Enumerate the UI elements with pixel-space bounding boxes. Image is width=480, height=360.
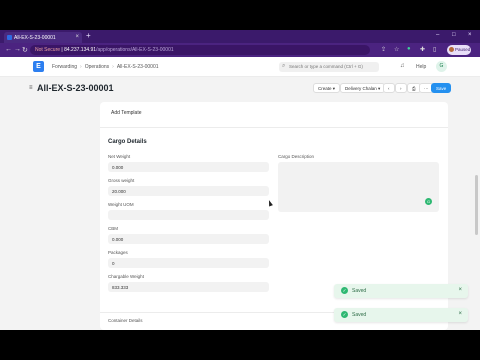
minimize-icon[interactable]: – <box>436 32 439 38</box>
next-doc-button[interactable]: › <box>395 83 407 93</box>
breadcrumb-separator-icon: › <box>112 64 114 70</box>
cargo-description-textarea[interactable] <box>278 162 439 212</box>
search-icon: ⌕ <box>282 63 286 69</box>
new-tab-icon[interactable]: + <box>86 31 91 40</box>
page-head: ≡ All-EX-S-23-00001 Create ▾ Delivery Ch… <box>0 78 480 102</box>
profile-avatar <box>449 47 454 52</box>
chargable-weight-label: Chargable Weight <box>108 274 144 279</box>
favicon-icon <box>7 35 12 40</box>
app-logo[interactable]: E <box>33 61 44 72</box>
breadcrumb-item[interactable]: Operations <box>85 64 109 70</box>
grammarly-icon[interactable]: G <box>425 198 432 205</box>
toast-saved: ✓ Saved × <box>334 308 468 322</box>
section-title: Cargo Details <box>108 139 147 145</box>
forward-icon[interactable]: → <box>14 46 21 53</box>
net-weight-input[interactable]: 0.000 <box>108 162 269 172</box>
browser-tab-bar: All-EX-S-23-00001 × + – □ × <box>0 30 480 43</box>
container-details-title: Container Details <box>108 318 143 323</box>
close-icon[interactable]: × <box>458 287 462 293</box>
add-template-link[interactable]: Add Template <box>111 110 141 116</box>
net-weight-label: Net Weight <box>108 154 131 159</box>
bookmark-star-icon[interactable]: ☆ <box>394 46 399 53</box>
weight-uom-label: Weight UOM <box>108 202 134 207</box>
page-title: All-EX-S-23-00001 <box>37 83 114 93</box>
user-avatar[interactable]: G <box>436 61 447 72</box>
packages-label: Packages <box>108 250 128 255</box>
browser-tab[interactable]: All-EX-S-23-00001 × <box>4 32 82 43</box>
packages-input[interactable]: 0 <box>108 258 269 268</box>
toast-message: Saved <box>352 288 367 294</box>
gross-weight-input[interactable]: 20.000 <box>108 186 269 196</box>
url-host: 84.237.134.91 <box>64 47 97 53</box>
sidebar-toggle-icon[interactable]: ≡ <box>29 85 33 91</box>
cbm-input[interactable]: 0.000 <box>108 234 269 244</box>
cargo-description-label: Cargo Description <box>278 154 315 159</box>
cbm-label: CBM <box>108 226 118 231</box>
chargable-weight-input[interactable]: 833.333 <box>108 282 269 292</box>
toast-saved: ✓ Saved × <box>334 284 468 298</box>
close-icon[interactable]: × <box>458 311 462 317</box>
url-path: /app/operations/All-EX-S-23-00001 <box>96 47 174 53</box>
create-button[interactable]: Create ▾ <box>313 83 341 93</box>
previous-doc-button[interactable]: ‹ <box>383 83 395 93</box>
breadcrumb-item[interactable]: Forwarding <box>52 64 77 70</box>
toast-message: Saved <box>352 312 367 318</box>
check-icon: ✓ <box>341 287 348 294</box>
not-secure-label: Not Secure <box>35 47 61 53</box>
sidebar-icon[interactable]: ▯ <box>433 46 436 53</box>
extensions-puzzle-icon[interactable]: ✚ <box>420 46 425 53</box>
breadcrumb-separator-icon: › <box>80 64 82 70</box>
save-button[interactable]: Save <box>431 83 452 93</box>
profile-button[interactable]: Paused <box>447 45 471 55</box>
weight-uom-input[interactable] <box>108 210 269 220</box>
awesomebar-search[interactable]: ⌕ Search or type a command (Ctrl + G) <box>279 62 379 72</box>
window-close-icon[interactable]: × <box>468 32 472 38</box>
search-placeholder: Search or type a command (Ctrl + G) <box>289 64 363 69</box>
profile-status: Paused <box>455 47 471 52</box>
back-icon[interactable]: ← <box>5 46 12 53</box>
screen: All-EX-S-23-00001 × + – □ × ← → ↻ Not Se… <box>0 30 480 330</box>
template-section: Add Template <box>100 102 448 128</box>
help-dropdown[interactable]: Help <box>416 64 426 70</box>
address-bar[interactable]: Not Secure | 84.237.134.91/app/operation… <box>30 45 370 55</box>
maximize-icon[interactable]: □ <box>452 32 456 38</box>
app-navbar: E Forwarding › Operations › All-EX-S-23-0000… <box>0 57 480 77</box>
check-icon: ✓ <box>341 311 348 318</box>
reload-icon[interactable]: ↻ <box>22 46 28 54</box>
notification-bell-icon[interactable]: ♫ <box>400 63 405 69</box>
extension-icon[interactable]: ● <box>407 46 411 52</box>
delivery-chalan-button[interactable]: Delivery Chalan ▾ <box>340 83 386 93</box>
share-icon[interactable]: ⇪ <box>381 46 386 53</box>
gross-weight-label: Gross weight <box>108 178 135 183</box>
breadcrumb: Forwarding › Operations › All-EX-S-23-00001 <box>52 64 159 70</box>
page-scrollbar[interactable] <box>475 175 478 235</box>
close-tab-icon[interactable]: × <box>75 34 79 40</box>
tab-title: All-EX-S-23-00001 <box>14 35 56 41</box>
breadcrumb-item[interactable]: All-EX-S-23-00001 <box>117 64 159 70</box>
browser-toolbar: ← → ↻ Not Secure | 84.237.134.91/app/ope… <box>0 43 480 57</box>
